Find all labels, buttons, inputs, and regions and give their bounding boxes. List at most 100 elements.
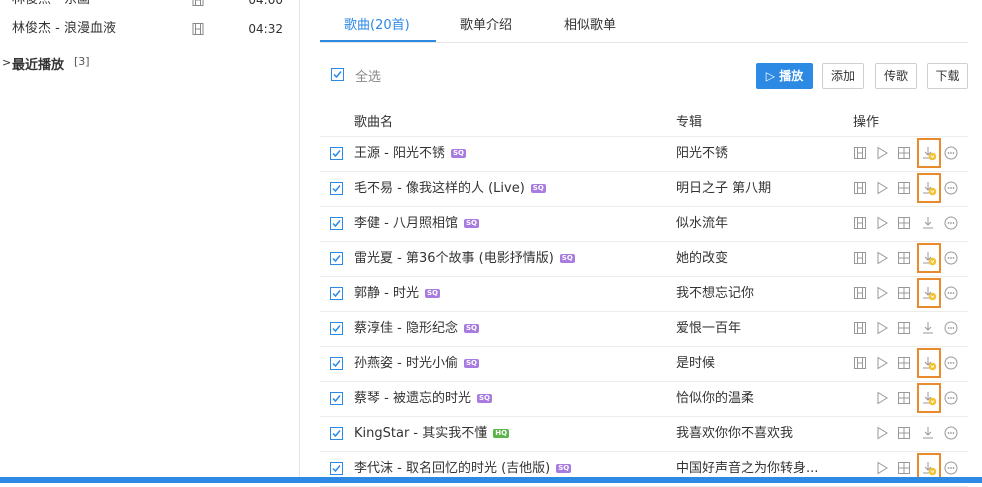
- row-checkbox[interactable]: [330, 287, 343, 300]
- mv-icon[interactable]: [852, 285, 868, 301]
- table-row[interactable]: 蔡淳佳 - 隐形纪念 SQ 爱恨一百年: [320, 311, 968, 347]
- song-title[interactable]: 郭静 - 时光 SQ: [354, 276, 440, 311]
- table-row[interactable]: 郭静 - 时光 SQ 我不想忘记你: [320, 276, 968, 312]
- table-row[interactable]: 雷光夏 - 第36个故事 (电影抒情版) SQ 她的改变: [320, 241, 968, 277]
- song-title-text: 李健 - 八月照相馆: [354, 216, 458, 231]
- row-checkbox[interactable]: [330, 217, 343, 230]
- song-title[interactable]: KingStar - 其实我不懂 HQ: [354, 416, 510, 451]
- mv-icon[interactable]: [852, 250, 868, 266]
- more-icon[interactable]: [943, 285, 959, 301]
- select-all-checkbox[interactable]: [331, 68, 344, 81]
- download-button[interactable]: 下载: [927, 63, 968, 89]
- table-row[interactable]: 蔡琴 - 被遗忘的时光 SQ 恰似你的温柔: [320, 381, 968, 417]
- download-icon[interactable]: [921, 215, 937, 231]
- column-header-album[interactable]: 专辑: [676, 111, 702, 130]
- song-title[interactable]: 王源 - 阳光不锈 SQ: [354, 136, 466, 171]
- download-highlight-box: [917, 138, 941, 168]
- play-icon[interactable]: [874, 320, 890, 336]
- add-to-list-icon[interactable]: [896, 145, 912, 161]
- song-title[interactable]: 蔡淳佳 - 隐形纪念 SQ: [354, 311, 479, 346]
- play-icon[interactable]: [874, 460, 890, 476]
- row-checkbox[interactable]: [330, 322, 343, 335]
- mv-icon[interactable]: [852, 180, 868, 196]
- tab-similar-playlists[interactable]: 相似歌单: [564, 14, 616, 33]
- play-icon[interactable]: [874, 180, 890, 196]
- play-button[interactable]: ▷ 播放: [756, 63, 813, 89]
- album-name[interactable]: 我喜欢你你不喜欢我: [676, 416, 793, 451]
- add-to-list-icon[interactable]: [896, 460, 912, 476]
- play-icon[interactable]: [874, 250, 890, 266]
- mv-icon[interactable]: [852, 355, 868, 371]
- table-row[interactable]: KingStar - 其实我不懂 HQ 我喜欢你你不喜欢我: [320, 416, 968, 452]
- play-icon[interactable]: [874, 215, 890, 231]
- mv-icon[interactable]: [852, 215, 868, 231]
- song-title[interactable]: 李健 - 八月照相馆 SQ: [354, 206, 479, 241]
- album-name[interactable]: 是时候: [676, 346, 715, 381]
- album-name[interactable]: 她的改变: [676, 241, 728, 276]
- song-title[interactable]: 雷光夏 - 第36个故事 (电影抒情版) SQ: [354, 241, 575, 276]
- chevron-right-icon[interactable]: >: [2, 56, 11, 69]
- sidebar-track-row[interactable]: 林俊杰 - 浪漫血液 04:32: [0, 12, 299, 46]
- mv-icon[interactable]: [192, 0, 204, 6]
- active-tab-indicator: [320, 40, 436, 42]
- add-to-list-icon[interactable]: [896, 320, 912, 336]
- download-icon[interactable]: [921, 425, 937, 441]
- add-to-list-icon[interactable]: [896, 425, 912, 441]
- add-to-list-icon[interactable]: [896, 215, 912, 231]
- play-icon[interactable]: [874, 145, 890, 161]
- album-name[interactable]: 明日之子 第八期: [676, 171, 771, 206]
- song-title[interactable]: 孙燕姿 - 时光小偷 SQ: [354, 346, 479, 381]
- album-name[interactable]: 似水流年: [676, 206, 728, 241]
- more-icon[interactable]: [943, 425, 959, 441]
- more-icon[interactable]: [943, 390, 959, 406]
- more-icon[interactable]: [943, 215, 959, 231]
- play-icon[interactable]: [874, 390, 890, 406]
- album-name[interactable]: 阳光不锈: [676, 136, 728, 171]
- column-header-song[interactable]: 歌曲名: [354, 111, 393, 130]
- tab-songs[interactable]: 歌曲(20首): [344, 14, 410, 33]
- add-button[interactable]: 添加: [822, 63, 864, 89]
- table-row[interactable]: 王源 - 阳光不锈 SQ 阳光不锈: [320, 136, 968, 172]
- more-icon[interactable]: [943, 145, 959, 161]
- select-all-label: 全选: [355, 70, 382, 85]
- album-name[interactable]: 爱恨一百年: [676, 311, 741, 346]
- row-checkbox[interactable]: [330, 462, 343, 475]
- song-title[interactable]: 毛不易 - 像我这样的人 (Live) SQ: [354, 171, 546, 206]
- song-title-text: 蔡琴 - 被遗忘的时光: [354, 391, 471, 406]
- more-icon[interactable]: [943, 320, 959, 336]
- play-icon[interactable]: [874, 425, 890, 441]
- row-checkbox[interactable]: [330, 357, 343, 370]
- mv-icon[interactable]: [852, 320, 868, 336]
- row-checkbox[interactable]: [330, 147, 343, 160]
- add-to-list-icon[interactable]: [896, 250, 912, 266]
- sidebar-group-recent[interactable]: > 最近播放 [3]: [0, 48, 299, 78]
- add-to-list-icon[interactable]: [896, 285, 912, 301]
- mv-icon[interactable]: [192, 23, 204, 35]
- tab-playlist-intro[interactable]: 歌单介绍: [460, 14, 512, 33]
- play-icon[interactable]: [874, 355, 890, 371]
- row-checkbox[interactable]: [330, 182, 343, 195]
- add-to-list-icon[interactable]: [896, 355, 912, 371]
- row-checkbox[interactable]: [330, 427, 343, 440]
- more-icon[interactable]: [943, 250, 959, 266]
- add-to-list-icon[interactable]: [896, 180, 912, 196]
- song-title-text: 毛不易 - 像我这样的人 (Live): [354, 181, 525, 196]
- mv-icon[interactable]: [852, 145, 868, 161]
- play-icon[interactable]: [874, 285, 890, 301]
- more-icon[interactable]: [943, 180, 959, 196]
- download-highlight-box: [917, 383, 941, 413]
- table-row[interactable]: 孙燕姿 - 时光小偷 SQ 是时候: [320, 346, 968, 382]
- table-row[interactable]: 毛不易 - 像我这样的人 (Live) SQ 明日之子 第八期: [320, 171, 968, 207]
- download-icon[interactable]: [921, 320, 937, 336]
- share-button[interactable]: 传歌: [875, 63, 917, 89]
- song-title[interactable]: 蔡琴 - 被遗忘的时光 SQ: [354, 381, 492, 416]
- more-icon[interactable]: [943, 355, 959, 371]
- row-checkbox[interactable]: [330, 392, 343, 405]
- table-row[interactable]: 李健 - 八月照相馆 SQ 似水流年: [320, 206, 968, 242]
- add-to-list-icon[interactable]: [896, 390, 912, 406]
- play-icon: ▷: [765, 69, 780, 83]
- row-checkbox[interactable]: [330, 252, 343, 265]
- album-name[interactable]: 我不想忘记你: [676, 276, 754, 311]
- album-name[interactable]: 恰似你的温柔: [676, 381, 754, 416]
- more-icon[interactable]: [943, 460, 959, 476]
